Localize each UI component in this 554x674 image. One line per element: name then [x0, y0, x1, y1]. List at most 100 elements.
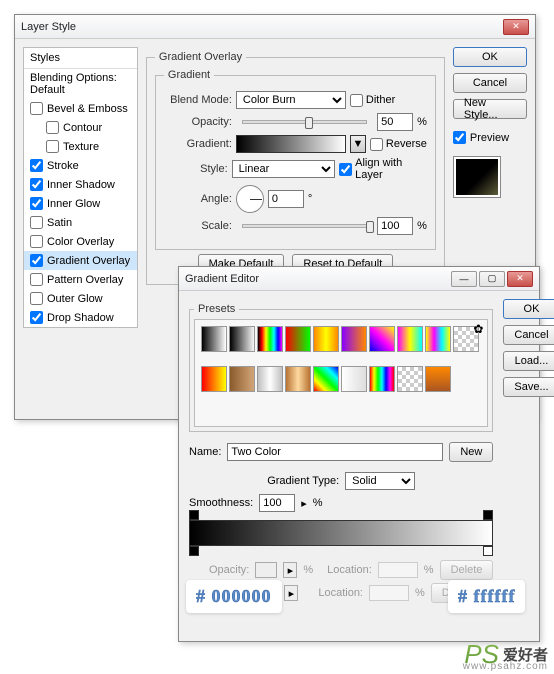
preset-swatch[interactable] [201, 366, 227, 392]
minimize-icon[interactable]: — [451, 271, 477, 287]
opacity-slider[interactable] [242, 120, 367, 124]
preset-swatch[interactable] [229, 366, 255, 392]
hex-left-callout: # 000000 [186, 580, 282, 613]
styles-checkbox[interactable] [30, 197, 43, 210]
preset-swatch[interactable] [341, 326, 367, 352]
scale-input[interactable] [377, 217, 413, 235]
opacity-input[interactable] [377, 113, 413, 131]
preset-swatch[interactable] [369, 326, 395, 352]
gradient-swatch[interactable] [236, 135, 346, 153]
ok-button[interactable]: OK [453, 47, 527, 67]
close-icon[interactable]: ✕ [503, 19, 529, 35]
preset-swatch[interactable] [425, 326, 451, 352]
styles-item-inner-glow[interactable]: Inner Glow [24, 194, 137, 213]
styles-item-label: Inner Glow [47, 198, 100, 210]
presets-fieldset: Presets ✿ [189, 303, 493, 432]
presets-legend: Presets [194, 303, 239, 315]
close-icon[interactable]: ✕ [507, 271, 533, 287]
styles-item-satin[interactable]: Satin [24, 213, 137, 232]
chevron-down-icon: ▸ [284, 585, 298, 601]
new-style-button[interactable]: New Style... [453, 99, 527, 119]
gradient-dropdown-icon[interactable]: ▼ [350, 135, 366, 153]
styles-item-stroke[interactable]: Stroke [24, 156, 137, 175]
cancel-button[interactable]: Cancel [453, 73, 527, 93]
styles-checkbox[interactable] [30, 159, 43, 172]
preset-swatch[interactable] [257, 326, 283, 352]
styles-item-inner-shadow[interactable]: Inner Shadow [24, 175, 137, 194]
styles-checkbox[interactable] [30, 254, 43, 267]
preview-checkbox[interactable] [453, 131, 466, 144]
layer-style-titlebar[interactable]: Layer Style ✕ [15, 15, 535, 39]
opacity-label: Opacity: [164, 116, 232, 128]
styles-header[interactable]: Styles [24, 48, 137, 69]
preset-swatch[interactable] [397, 366, 423, 392]
gradient-bar[interactable] [189, 520, 493, 546]
styles-item-gradient-overlay[interactable]: Gradient Overlay [24, 251, 137, 270]
ge-save-button[interactable]: Save... [503, 377, 554, 397]
styles-item-contour[interactable]: Contour [24, 118, 137, 137]
new-button[interactable]: New [449, 442, 493, 462]
preset-swatch[interactable] [369, 366, 395, 392]
angle-input[interactable] [268, 190, 304, 208]
color-stop-right[interactable] [483, 546, 493, 556]
style-select[interactable]: Linear [232, 160, 335, 178]
reverse-checkbox[interactable] [370, 138, 383, 151]
opacity-stop-left[interactable] [189, 510, 199, 520]
styles-item-color-overlay[interactable]: Color Overlay [24, 232, 137, 251]
preview-swatch [453, 156, 501, 198]
dither-checkbox[interactable] [350, 94, 363, 107]
color-stop-left[interactable] [189, 546, 199, 556]
gradient-type-label: Gradient Type: [267, 475, 339, 487]
align-checkbox[interactable] [339, 163, 352, 176]
ge-ok-button[interactable]: OK [503, 299, 554, 319]
opacity-stop-right[interactable] [483, 510, 493, 520]
preset-swatch[interactable] [201, 326, 227, 352]
styles-checkbox[interactable] [46, 121, 59, 134]
styles-checkbox[interactable] [30, 311, 43, 324]
styles-checkbox[interactable] [30, 292, 43, 305]
ge-load-button[interactable]: Load... [503, 351, 554, 371]
styles-item-drop-shadow[interactable]: Drop Shadow [24, 308, 137, 327]
styles-item-outer-glow[interactable]: Outer Glow [24, 289, 137, 308]
preset-swatch[interactable] [285, 366, 311, 392]
styles-item-bevel-emboss[interactable]: Bevel & Emboss [24, 99, 137, 118]
styles-item-label: Drop Shadow [47, 312, 114, 324]
watermark-url: www.psahz.com [463, 661, 548, 672]
preset-swatch[interactable] [397, 326, 423, 352]
preset-swatch[interactable] [313, 366, 339, 392]
angle-deg: ° [308, 193, 312, 205]
preset-swatch[interactable] [313, 326, 339, 352]
maximize-icon[interactable]: ▢ [479, 271, 505, 287]
smoothness-input[interactable] [259, 494, 295, 512]
preset-swatch[interactable] [285, 326, 311, 352]
name-label: Name: [189, 446, 221, 458]
angle-dial[interactable] [236, 185, 264, 213]
angle-label: Angle: [164, 193, 232, 205]
blending-options-default[interactable]: Blending Options: Default [24, 69, 137, 99]
gradient-type-select[interactable]: Solid [345, 472, 415, 490]
styles-checkbox[interactable] [46, 140, 59, 153]
ge-cancel-button[interactable]: Cancel [503, 325, 554, 345]
smoothness-dd-icon[interactable]: ▸ [301, 497, 307, 510]
styles-item-label: Outer Glow [47, 293, 103, 305]
name-input[interactable] [227, 443, 443, 461]
scale-slider[interactable] [242, 224, 367, 228]
preset-swatch[interactable] [229, 326, 255, 352]
gear-icon[interactable]: ✿ [473, 322, 483, 336]
blend-mode-select[interactable]: Color Burn [236, 91, 346, 109]
styles-checkbox[interactable] [30, 216, 43, 229]
styles-item-pattern-overlay[interactable]: Pattern Overlay [24, 270, 137, 289]
style-label: Style: [164, 163, 228, 175]
preset-swatch[interactable] [257, 366, 283, 392]
styles-item-texture[interactable]: Texture [24, 137, 137, 156]
styles-checkbox[interactable] [30, 178, 43, 191]
gradient-editor-title: Gradient Editor [185, 273, 451, 285]
styles-checkbox[interactable] [30, 273, 43, 286]
styles-checkbox[interactable] [30, 235, 43, 248]
layer-style-title: Layer Style [21, 21, 503, 33]
gradient-editor-titlebar[interactable]: Gradient Editor — ▢ ✕ [179, 267, 539, 291]
styles-checkbox[interactable] [30, 102, 43, 115]
preset-swatch[interactable] [425, 366, 451, 392]
preset-swatch[interactable] [341, 366, 367, 392]
gradient-overlay-group: Gradient Overlay Gradient Blend Mode: Co… [146, 51, 445, 285]
